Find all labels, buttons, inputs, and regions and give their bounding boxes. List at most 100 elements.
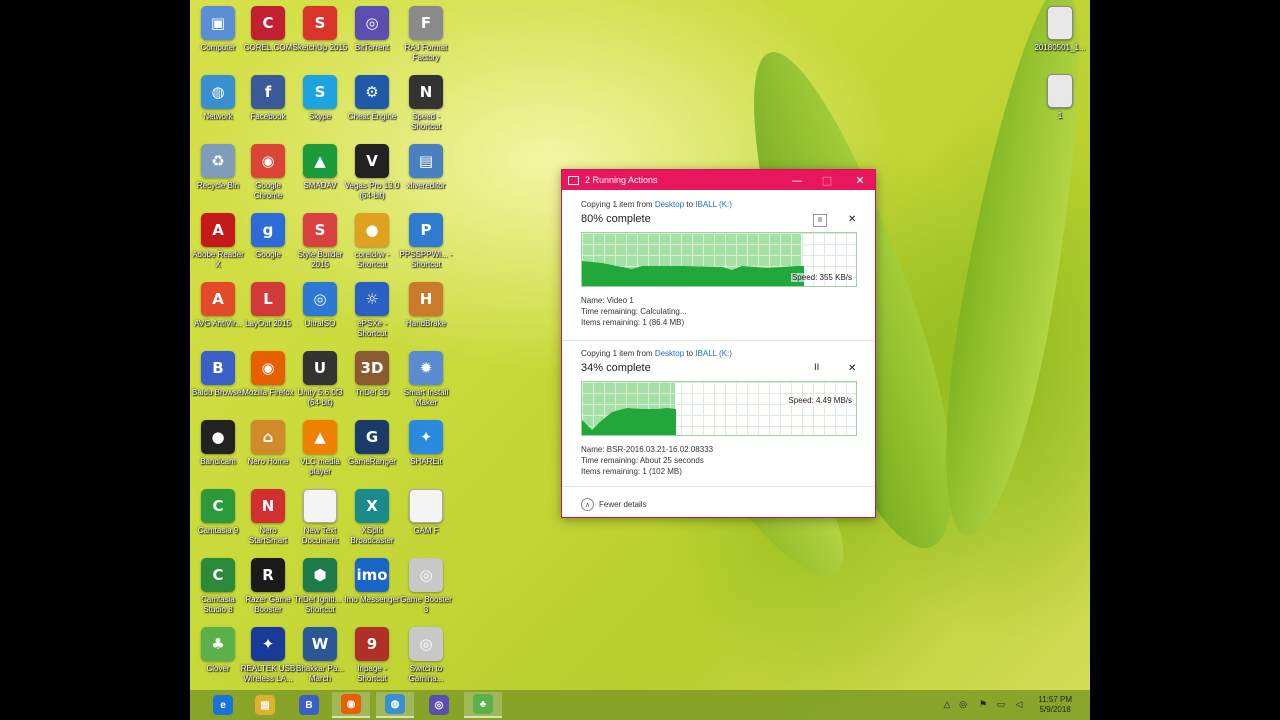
source-link[interactable]: Desktop	[655, 349, 684, 358]
desktop-icon-label: TriDef Igniti... - Shortcut	[293, 595, 347, 614]
unity-icon: U	[303, 351, 337, 385]
desktop-icon[interactable]: 20180501_1...	[1032, 6, 1088, 53]
desktop-icon[interactable]: g Google	[240, 213, 296, 260]
baidu-browser-icon: B	[201, 351, 235, 385]
cortana-icon[interactable]: ◎	[958, 699, 968, 709]
desktop-icon[interactable]: f Facebook	[240, 75, 296, 122]
avg-icon: A	[201, 282, 235, 316]
desktop-icon[interactable]: C Camtasia Studio 8	[190, 558, 246, 615]
desktop-icon[interactable]: ◉ Google Chrome	[240, 144, 296, 201]
desktop-icon[interactable]: GAM F	[398, 489, 454, 536]
cancel-button[interactable]: ✕	[848, 363, 856, 374]
desktop-icon-label: Imo Messenger	[344, 595, 400, 604]
separator	[562, 486, 875, 487]
desktop-icon[interactable]: ⬢ TriDef Igniti... - Shortcut	[292, 558, 348, 615]
pause-button[interactable]: II	[814, 363, 819, 373]
desktop-icon[interactable]: C COREL.COM	[240, 6, 296, 53]
desktop-icon[interactable]: W Bhakkar Pa... March	[292, 627, 348, 684]
time-remaining: Time remaining: About 25 seconds	[581, 456, 704, 465]
dialog-titlebar[interactable]: 2 Running Actions — □ ✕	[562, 170, 875, 190]
taskbar-button[interactable]: ◉	[332, 692, 370, 718]
volume-icon[interactable]: ◁	[1014, 699, 1024, 709]
desktop-icon[interactable]: N Nero StartSmart	[240, 489, 296, 546]
clock[interactable]: 11:57 PM 5/9/2018	[1038, 695, 1072, 715]
image-file-icon	[1047, 6, 1073, 40]
cancel-button[interactable]: ✕	[848, 214, 856, 225]
desktop-icon[interactable]: S Style Builder 2015	[292, 213, 348, 270]
battery-icon[interactable]: ▭	[996, 699, 1006, 709]
desktop-icon[interactable]: ⌂ Nero Home	[240, 420, 296, 467]
desktop-icon[interactable]: 9 Inpage - Shortcut	[344, 627, 400, 684]
desktop-icon[interactable]: S Skype	[292, 75, 348, 122]
show-hidden-icons-icon[interactable]: △	[942, 699, 952, 709]
desktop-icon[interactable]: C Camtasia 9	[190, 489, 246, 536]
desktop-icon[interactable]: X XSplit Broadcaster	[344, 489, 400, 546]
taskbar-button[interactable]: ◍	[376, 692, 414, 718]
desktop-icon[interactable]: ♣ Clover	[190, 627, 246, 674]
taskbar-button[interactable]: ◎	[420, 692, 458, 718]
desktop-icon[interactable]: G GameRanger	[344, 420, 400, 467]
desktop-icon[interactable]: New Text Document	[292, 489, 348, 546]
desktop-icon[interactable]: A AVG AntiVir...	[190, 282, 246, 329]
desktop-icon[interactable]: 1	[1032, 74, 1088, 121]
close-button[interactable]: ✕	[845, 170, 875, 190]
desktop-icon[interactable]: ▲ SMADAV	[292, 144, 348, 191]
desktop-icon[interactable]: ✦ REALTEK USB Wireless LA...	[240, 627, 296, 684]
minimize-button[interactable]: —	[782, 170, 812, 190]
desktop-icon[interactable]: ◎ UltraISO	[292, 282, 348, 329]
desktop-icon[interactable]: ✦ SHAREit	[398, 420, 454, 467]
network-icon: ◍	[201, 75, 235, 109]
desktop-icon[interactable]: R Razer Game Booster	[240, 558, 296, 615]
desktop-icon-label: Skype	[308, 112, 332, 121]
desktop-icon[interactable]: U Unity 5.6.0f3 (64-bit)	[292, 351, 348, 408]
desktop-icon[interactable]: N Speed - Shortcut	[398, 75, 454, 132]
desktop-icon[interactable]: ● coreldrw - Shortcut	[344, 213, 400, 270]
desktop-icon[interactable]: H HandBrake	[398, 282, 454, 329]
desktop-icon[interactable]: V Vegas Pro 13.0 (64-bit)	[344, 144, 400, 201]
desktop-icon[interactable]: ◎ Switch to Gamina...	[398, 627, 454, 684]
file-copy-dialog: 2 Running Actions — □ ✕ Copying 1 item f…	[561, 169, 876, 518]
desktop-icon[interactable]: ✹ Smart Install Maker	[398, 351, 454, 408]
desktop-icon-label: PPSSPPWi... - Shortcut	[399, 250, 453, 269]
pause-button[interactable]: II	[813, 214, 827, 227]
desktop-icon[interactable]: A Adobe Reader X	[190, 213, 246, 270]
desktop-icon[interactable]: ▣ Computer	[190, 6, 246, 53]
taskbar-button[interactable]: B	[290, 692, 328, 718]
desktop-icon-label: VLC media player	[300, 457, 340, 476]
desktop-icon[interactable]: ♻ Recycle Bin	[190, 144, 246, 191]
taskbar-button[interactable]: ♣	[464, 692, 502, 718]
desktop-icon[interactable]: F RAJ Format Factory	[398, 6, 454, 63]
source-link[interactable]: Desktop	[655, 200, 684, 209]
desktop-icon[interactable]: P PPSSPPWi... - Shortcut	[398, 213, 454, 270]
desktop-icon[interactable]: ☼ ePSXe - Shortcut	[344, 282, 400, 339]
destination-link[interactable]: IBALL (K:)	[695, 349, 732, 358]
desktop-icon[interactable]: ◎ BitTorrent	[344, 6, 400, 53]
desktop-icon-label: xlivereditor	[406, 181, 446, 190]
smart-install-icon: ✹	[409, 351, 443, 385]
action-center-icon[interactable]: ⚑	[978, 699, 988, 709]
desktop-icon[interactable]: ▤ xlivereditor	[398, 144, 454, 191]
destination-link[interactable]: IBALL (K:)	[695, 200, 732, 209]
desktop-icon[interactable]: ◉ Mozilla Firefox	[240, 351, 296, 398]
taskbar-button[interactable]: e	[204, 692, 242, 718]
desktop-icon[interactable]: L LayOut 2015	[240, 282, 296, 329]
camtasia-studio-icon: C	[201, 558, 235, 592]
desktop-icon[interactable]: ◎ Game Booster 3	[398, 558, 454, 615]
desktop-icon[interactable]: ▲ VLC media player	[292, 420, 348, 477]
computer-icon: ▣	[201, 6, 235, 40]
desktop-icon[interactable]: ⚙ Cheat Engine	[344, 75, 400, 122]
desktop-icon[interactable]: 3D TriDef 3D	[344, 351, 400, 398]
fewer-details-toggle[interactable]: ∧ Fewer details	[581, 498, 647, 511]
desktop-icon[interactable]: ◍ Network	[190, 75, 246, 122]
desktop-icon[interactable]: B Baidu Browser	[190, 351, 246, 398]
transfer-speed: Speed: 355 KB/s	[790, 273, 853, 282]
desktop-icon-label: Computer	[200, 43, 236, 52]
desktop-icon-label: HandBrake	[405, 319, 447, 328]
maximize-button[interactable]: □	[812, 170, 842, 190]
ppsspp-icon: P	[409, 213, 443, 247]
taskbar-button[interactable]: ▤	[246, 692, 284, 718]
desktop-icon[interactable]: imo Imo Messenger	[344, 558, 400, 605]
desktop-icon[interactable]: ● Bandicam	[190, 420, 246, 467]
desktop-icon[interactable]: S SketchUp 2015	[292, 6, 348, 53]
desktop-icon-label: Recycle Bin	[196, 181, 240, 190]
